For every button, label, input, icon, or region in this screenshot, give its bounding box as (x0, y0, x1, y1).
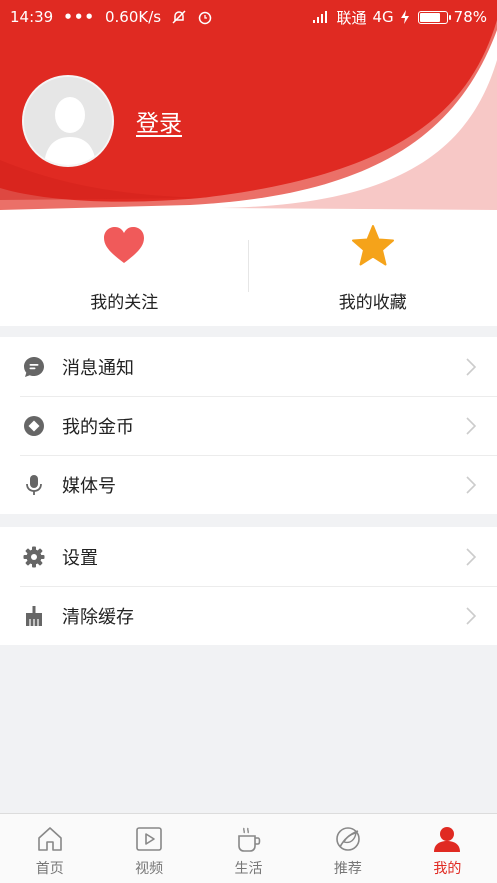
home-icon (37, 827, 62, 851)
status-time: 14:39 (10, 8, 54, 26)
chevron-right-icon (466, 547, 477, 566)
menu-label-notifications: 消息通知 (62, 357, 134, 379)
battery-icon (417, 10, 451, 24)
menu-group-primary: 消息通知 我的金币 媒体号 (0, 337, 497, 514)
nav-label-mine: 我的 (433, 861, 462, 877)
nav-label-life: 生活 (234, 861, 263, 877)
menu-label-clear-cache: 清除缓存 (62, 606, 134, 628)
signal-icon (313, 11, 328, 23)
nav-label-recommend: 推荐 (333, 861, 362, 877)
microphone-icon (23, 474, 45, 496)
menu-item-notifications[interactable]: 消息通知 (0, 337, 497, 396)
bottom-nav: 首页 视频 生活 推荐 我的 (0, 813, 497, 883)
cup-icon (237, 827, 260, 852)
menu-item-clear-cache[interactable]: 清除缓存 (0, 586, 497, 645)
menu-item-coins[interactable]: 我的金币 (0, 396, 497, 455)
chevron-right-icon (466, 606, 477, 625)
status-carrier: 联通 (336, 8, 367, 27)
nav-item-home[interactable]: 首页 (0, 814, 99, 883)
avatar[interactable] (22, 75, 114, 167)
profile-header: 14:39 ••• 0.60K/s 联通 4G 78% 登录 (0, 0, 497, 210)
status-network-speed: 0.60K/s (105, 8, 162, 26)
menu-label-settings: 设置 (62, 547, 98, 569)
nav-item-video[interactable]: 视频 (99, 814, 198, 883)
star-icon (351, 225, 394, 266)
nav-label-video: 视频 (135, 861, 164, 877)
user-icon (434, 827, 461, 852)
menu-label-media-account: 媒体号 (62, 475, 116, 497)
heart-icon (104, 227, 145, 263)
status-bar: 14:39 ••• 0.60K/s 联通 4G 78% (0, 0, 497, 34)
menu-label-coins: 我的金币 (62, 416, 134, 438)
coin-icon (23, 415, 45, 437)
battery-level (419, 12, 440, 22)
my-follows-button[interactable]: 我的关注 (0, 210, 249, 326)
my-favorites-label: 我的收藏 (338, 293, 407, 313)
chevron-right-icon (466, 416, 477, 435)
login-link[interactable]: 登录 (136, 104, 182, 138)
nav-label-home: 首页 (35, 861, 64, 877)
video-icon (136, 827, 162, 851)
menu-group-secondary: 设置 清除缓存 (0, 527, 497, 645)
mute-bell-icon (172, 10, 186, 24)
charging-icon (400, 10, 409, 24)
chevron-right-icon (466, 357, 477, 376)
nav-item-life[interactable]: 生活 (199, 814, 298, 883)
nav-item-mine[interactable]: 我的 (398, 814, 497, 883)
leaf-icon (336, 827, 360, 851)
gear-icon (23, 546, 45, 568)
status-network-type: 4G (372, 8, 394, 26)
chevron-right-icon (466, 475, 477, 494)
my-follows-label: 我的关注 (90, 293, 159, 313)
broom-icon (23, 605, 45, 627)
status-dots: ••• (63, 8, 95, 26)
alarm-icon (198, 11, 212, 25)
menu-item-media-account[interactable]: 媒体号 (0, 455, 497, 514)
menu-item-settings[interactable]: 设置 (0, 527, 497, 586)
my-favorites-button[interactable]: 我的收藏 (249, 210, 497, 326)
nav-item-recommend[interactable]: 推荐 (298, 814, 397, 883)
quick-actions: 我的关注 我的收藏 (0, 210, 497, 326)
message-icon (23, 356, 45, 378)
status-battery-percent: 78% (453, 8, 487, 26)
quick-divider (248, 240, 249, 292)
default-avatar-icon (24, 77, 112, 165)
